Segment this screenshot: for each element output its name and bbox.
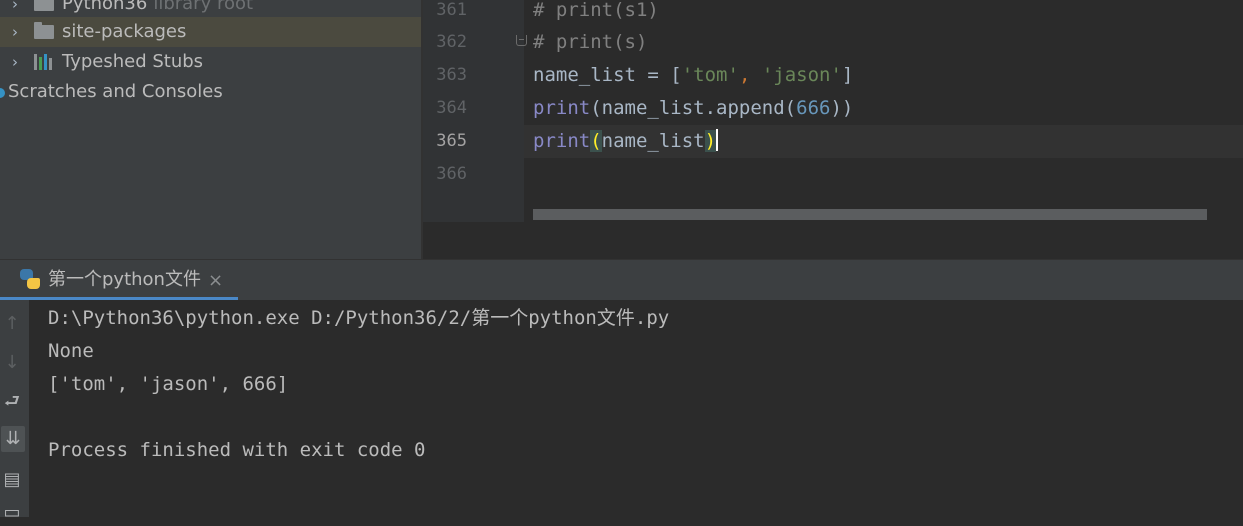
run-toolbar: ↑ ↓ ⮐ ⇊ ▤ ▭ bbox=[0, 300, 29, 523]
horizontal-scrollbar[interactable] bbox=[533, 209, 1207, 220]
folder-icon bbox=[34, 0, 54, 11]
tree-item-label: site-packages bbox=[62, 21, 187, 42]
console-line: Process finished with exit code 0 bbox=[48, 439, 426, 461]
code-line-362[interactable]: # print(s) bbox=[533, 26, 647, 59]
tree-item-label: Python36 bbox=[62, 0, 148, 14]
console-line: ['tom', 'jason', 666] bbox=[48, 373, 289, 395]
folder-icon bbox=[34, 22, 54, 39]
down-arrow-icon[interactable]: ↓ bbox=[0, 350, 24, 376]
scroll-to-end-icon[interactable]: ⇊ bbox=[1, 426, 25, 452]
code-line-363[interactable]: name_list = ['tom', 'jason'] bbox=[533, 59, 853, 92]
code-line-364[interactable]: print(name_list.append(666)) bbox=[533, 92, 853, 125]
line-number: 362 bbox=[436, 32, 467, 52]
code-line-361[interactable]: # print(s1) bbox=[533, 0, 659, 27]
python-icon bbox=[20, 269, 40, 289]
console-line: None bbox=[48, 340, 94, 362]
run-tool-window-header: 第一个python文件 × bbox=[0, 259, 1243, 301]
matched-paren: ) bbox=[704, 130, 717, 152]
chevron-right-icon[interactable]: › bbox=[8, 17, 22, 47]
line-number-current: 365 bbox=[436, 131, 467, 151]
tree-item-label: Typeshed Stubs bbox=[62, 51, 204, 72]
tree-item-typeshed-stubs[interactable]: › Typeshed Stubs bbox=[0, 47, 421, 77]
line-number: 363 bbox=[436, 65, 467, 85]
line-number: 361 bbox=[436, 0, 467, 20]
line-number: 364 bbox=[436, 98, 467, 118]
text-caret bbox=[716, 129, 719, 151]
project-tree: › Python36 library root › site-packages ›… bbox=[0, 0, 421, 259]
line-gutter: 361 362 363 364 365 366 bbox=[423, 0, 527, 222]
code-editor[interactable]: 361 362 363 364 365 366 # print(s1) # pr… bbox=[421, 0, 1243, 259]
console-output[interactable]: D:\Python36\python.exe D:/Python36/2/第一个… bbox=[29, 300, 1243, 517]
up-arrow-icon[interactable]: ↑ bbox=[0, 311, 24, 337]
console-line: D:\Python36\python.exe D:/Python36/2/第一个… bbox=[48, 307, 670, 329]
line-number: 366 bbox=[436, 164, 467, 184]
tree-item-label: Scratches and Consoles bbox=[8, 81, 223, 102]
matched-paren: ( bbox=[590, 130, 602, 152]
close-icon[interactable]: × bbox=[208, 260, 223, 302]
trash-icon[interactable]: ▭ bbox=[0, 500, 24, 526]
fold-end-icon[interactable] bbox=[516, 35, 527, 46]
library-icon bbox=[34, 54, 56, 70]
run-tab-label: 第一个python文件 bbox=[48, 269, 201, 290]
tree-item-scratches[interactable]: Scratches and Consoles bbox=[0, 77, 421, 107]
tree-item-site-packages[interactable]: › site-packages bbox=[0, 17, 421, 47]
chevron-right-icon[interactable]: › bbox=[8, 47, 22, 77]
scratches-icon bbox=[0, 88, 5, 98]
print-icon[interactable]: ▤ bbox=[0, 467, 24, 493]
run-tab[interactable]: 第一个python文件 × bbox=[0, 260, 238, 301]
soft-wrap-icon[interactable]: ⮐ bbox=[0, 389, 24, 415]
library-root-hint: library root bbox=[153, 0, 254, 14]
code-line-365[interactable]: print(name_list) bbox=[533, 125, 719, 158]
